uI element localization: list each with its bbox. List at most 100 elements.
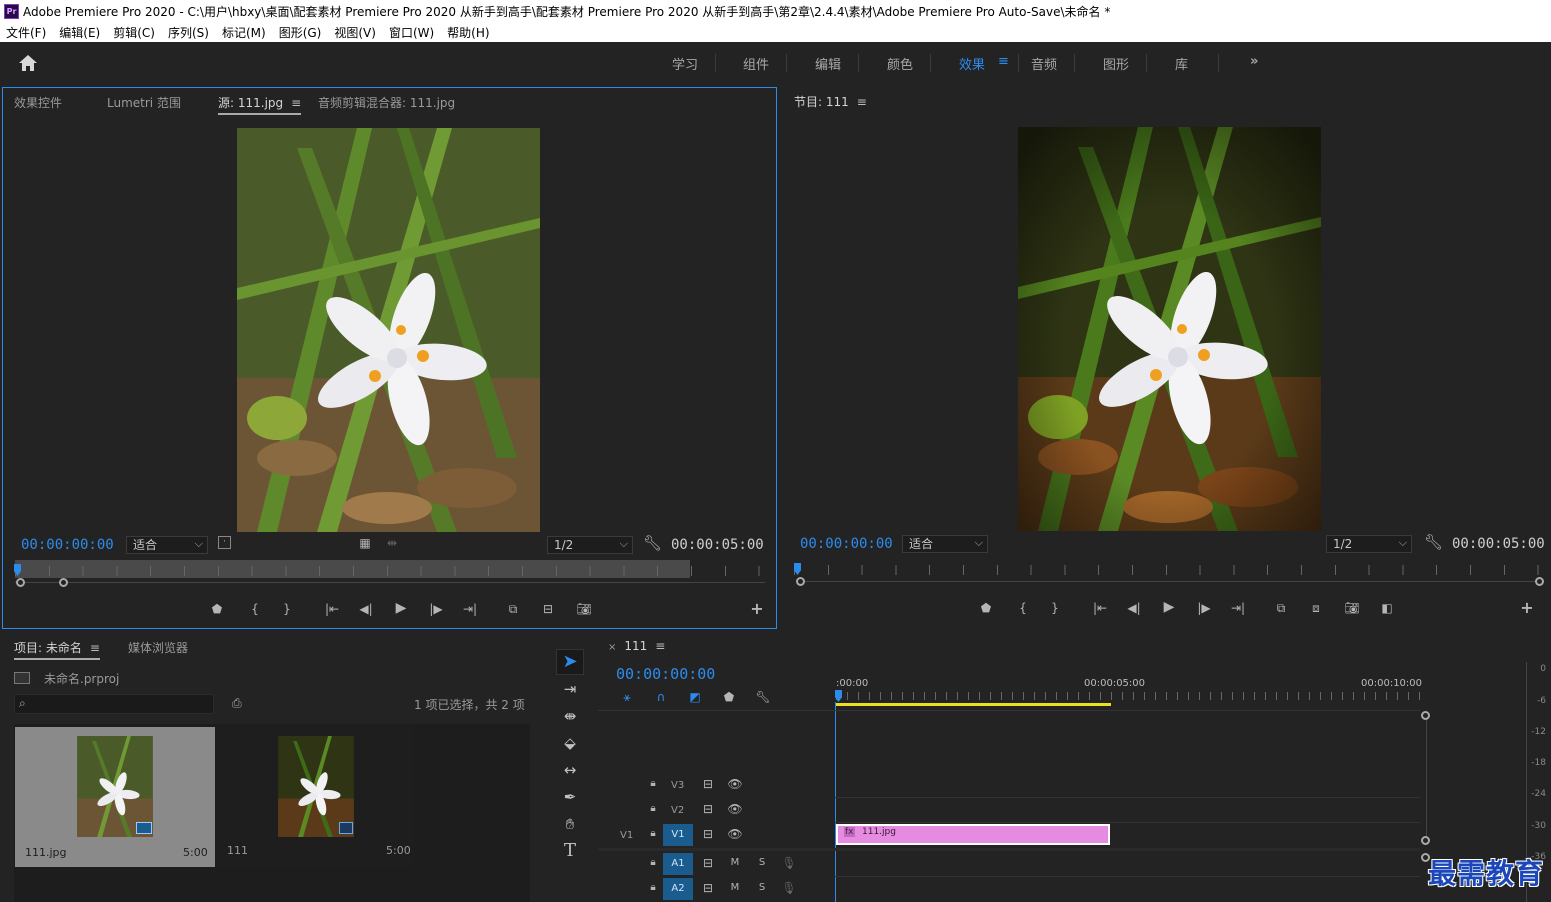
source-fit-dropdown[interactable]: 适合 [126, 536, 208, 554]
menu-graphics[interactable]: 图形(G) [279, 24, 322, 41]
workspace-tab-effects[interactable]: 效果 [959, 54, 985, 73]
mute-button[interactable]: M [726, 879, 744, 897]
button-editor-icon[interactable]: + [748, 600, 766, 618]
tab-audio-clip-mixer[interactable]: 音频剪辑混合器: 111.jpg [318, 94, 455, 111]
go-to-out-icon[interactable]: ⇥| [1229, 599, 1247, 617]
insert-icon[interactable]: ⧉ [504, 600, 522, 618]
program-fit-dropdown[interactable]: 适合 [902, 535, 988, 553]
tab-media-browser[interactable]: 媒体浏览器 [128, 639, 188, 656]
track-target-a1[interactable]: A1 [663, 853, 693, 875]
step-forward-icon[interactable]: |▶ [1195, 599, 1213, 617]
menu-window[interactable]: 窗口(W) [389, 24, 434, 41]
go-to-in-icon[interactable]: |⇤ [323, 600, 341, 618]
workspace-overflow-icon[interactable]: » [1250, 54, 1258, 69]
video-tracks-scrollbar[interactable] [1426, 716, 1427, 840]
menu-view[interactable]: 视图(V) [334, 24, 376, 41]
menu-help[interactable]: 帮助(H) [447, 24, 489, 41]
tab-source[interactable]: 源: 111.jpg ≡ [218, 94, 302, 115]
workspace-tab-assembly[interactable]: 组件 [743, 54, 769, 73]
eye-icon[interactable]: 👁︎ [726, 800, 744, 818]
tab-sequence[interactable]: × 111 ≡ [608, 639, 665, 653]
source-zoom-bar[interactable] [15, 582, 765, 583]
hand-tool-icon[interactable]: ✋︎ [557, 812, 583, 836]
safe-margins-icon[interactable]: · [218, 536, 231, 549]
step-back-icon[interactable]: ◀| [357, 600, 375, 618]
toggle-sync-icon[interactable]: ⊟ [699, 879, 717, 897]
lift-icon[interactable]: ⧉ [1272, 599, 1290, 617]
program-zoom-bar[interactable] [800, 581, 1540, 582]
panel-menu-icon[interactable]: ≡ [655, 639, 665, 653]
microphone-icon[interactable]: 🎙︎ [780, 854, 798, 872]
solo-button[interactable]: S [753, 879, 771, 897]
mark-out-icon[interactable]: } [1046, 599, 1064, 617]
menu-sequence[interactable]: 序列(S) [168, 24, 209, 41]
lock-icon[interactable]: 🔒︎ [644, 800, 662, 818]
drag-audio-icon[interactable]: ⇹ [383, 534, 401, 552]
mark-in-icon[interactable]: { [1014, 599, 1032, 617]
lock-icon[interactable]: 🔒︎ [644, 854, 662, 872]
toggle-sync-icon[interactable]: ⊟ [699, 775, 717, 793]
button-editor-icon[interactable]: + [1518, 599, 1536, 617]
tab-project[interactable]: 项目: 未命名 ≡ [14, 639, 100, 660]
overwrite-icon[interactable]: ⊟ [539, 600, 557, 618]
toggle-sync-icon[interactable]: ⊟ [699, 800, 717, 818]
workspace-tab-color[interactable]: 颜色 [887, 54, 913, 73]
tab-lumetri-scopes[interactable]: Lumetri 范围 [107, 94, 181, 111]
razor-tool-icon[interactable]: ⬙ [557, 731, 583, 755]
eye-icon[interactable]: 👁︎ [726, 825, 744, 843]
workspace-tab-audio[interactable]: 音频 [1031, 54, 1057, 73]
project-item[interactable]: 111 5:00 [216, 727, 414, 867]
close-icon[interactable]: × [608, 642, 616, 653]
home-icon[interactable] [18, 54, 38, 72]
play-icon[interactable]: ▶ [1160, 598, 1178, 616]
workspace-tab-libraries[interactable]: 库 [1175, 54, 1188, 73]
workspace-tab-editing[interactable]: 编辑 [815, 54, 841, 73]
timeline-ruler-ticks[interactable] [836, 692, 1420, 700]
add-marker-icon[interactable]: ⬟ [720, 688, 738, 706]
mark-out-icon[interactable]: } [278, 600, 296, 618]
menu-file[interactable]: 文件(F) [6, 24, 46, 41]
menu-edit[interactable]: 编辑(E) [59, 24, 100, 41]
track-select-tool-icon[interactable]: ⇥ [557, 677, 583, 701]
track-target-v1[interactable]: V1 [663, 824, 693, 846]
program-resolution-dropdown[interactable]: 1/2 [1326, 535, 1412, 553]
wrench-icon[interactable]: 🔧︎ [643, 534, 662, 552]
add-marker-icon[interactable]: ⬟ [208, 600, 226, 618]
toggle-sync-icon[interactable]: ⊟ [699, 825, 717, 843]
snap-icon[interactable]: ∩ [652, 688, 670, 706]
track-name[interactable]: V2 [671, 805, 684, 816]
program-zoom-handle-left[interactable] [796, 577, 805, 586]
microphone-icon[interactable]: 🎙︎ [780, 879, 798, 897]
source-resolution-dropdown[interactable]: 1/2 [547, 536, 633, 554]
program-zoom-handle-right[interactable] [1535, 577, 1544, 586]
comparison-view-icon[interactable]: ◧ [1378, 599, 1396, 617]
timeline-settings-wrench-icon[interactable]: 🔧︎ [754, 688, 772, 706]
extract-icon[interactable]: ⧈ [1307, 599, 1325, 617]
pen-tool-icon[interactable]: ✒ [557, 785, 583, 809]
drag-video-icon[interactable]: ▦ [356, 534, 374, 552]
slip-tool-icon[interactable]: ↔ [557, 758, 583, 782]
solo-button[interactable]: S [753, 854, 771, 872]
panel-menu-icon[interactable]: ≡ [291, 96, 301, 110]
video-scroll-handle-bottom[interactable] [1421, 836, 1430, 845]
timeline-clip[interactable]: fx 111.jpg [836, 824, 1110, 845]
source-zoom-handle-left[interactable] [16, 578, 25, 587]
mute-button[interactable]: M [726, 854, 744, 872]
tab-program[interactable]: 节目: 111 ≡ [794, 93, 867, 110]
work-area-bar[interactable] [836, 703, 1111, 706]
panel-menu-icon[interactable]: ≡ [857, 95, 867, 109]
project-item[interactable]: 111.jpg 5:00 [15, 727, 215, 867]
nest-toggle-icon[interactable]: ⚹ [618, 688, 636, 706]
type-tool-icon[interactable]: T [557, 839, 583, 863]
program-timecode-current[interactable]: 00:00:00:00 [800, 536, 893, 552]
export-frame-icon[interactable]: 📷︎ [1343, 599, 1361, 617]
add-marker-icon[interactable]: ⬟ [977, 599, 995, 617]
linked-selection-icon[interactable]: ◩ [686, 688, 704, 706]
source-zoom-handle-right[interactable] [59, 578, 68, 587]
menu-marker[interactable]: 标记(M) [222, 24, 266, 41]
go-to-out-icon[interactable]: ⇥| [461, 600, 479, 618]
step-back-icon[interactable]: ◀| [1125, 599, 1143, 617]
program-video-frame[interactable] [1018, 127, 1321, 531]
wrench-icon[interactable]: 🔧︎ [1424, 533, 1443, 551]
source-patch-v1[interactable]: V1 [620, 830, 633, 841]
